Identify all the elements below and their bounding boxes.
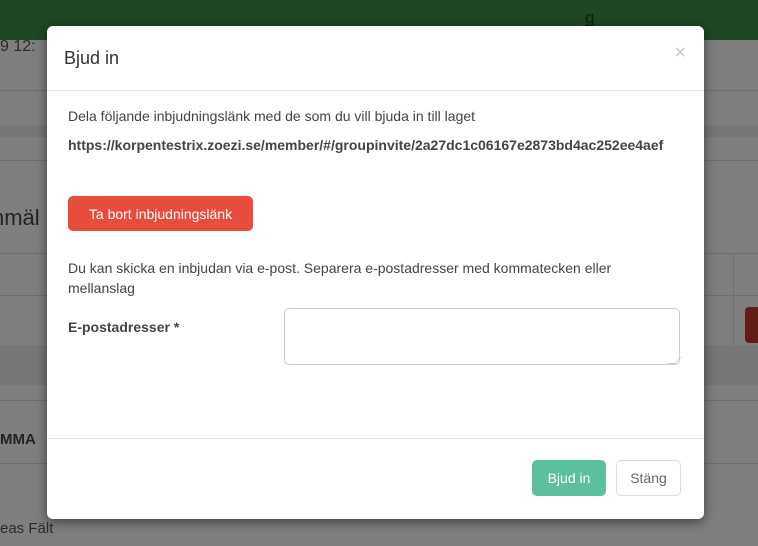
email-description: Du kan skicka en inbjudan via e-post. Se… [68, 260, 612, 296]
invite-description: Dela följande inbjudningslänk med de som… [68, 108, 476, 124]
modal-body: Dela följande inbjudningslänk med de som… [68, 106, 688, 365]
modal-title: Bjud in [64, 48, 120, 68]
email-label: E-postadresser * [68, 319, 180, 335]
invite-modal: Bjud in × Dela följande inbjudningslänk … [47, 26, 704, 519]
invite-link: https://korpentestrix.zoezi.se/member/#/… [68, 137, 664, 153]
remove-invite-link-button[interactable]: Ta bort inbjudningslänk [68, 196, 253, 231]
invite-button[interactable]: Bjud in [532, 460, 606, 496]
modal-footer-divider [47, 438, 704, 439]
modal-header: Bjud in × [47, 26, 704, 91]
close-icon[interactable]: × [674, 42, 686, 65]
email-addresses-input[interactable] [284, 308, 680, 365]
close-button[interactable]: Stäng [616, 460, 681, 496]
